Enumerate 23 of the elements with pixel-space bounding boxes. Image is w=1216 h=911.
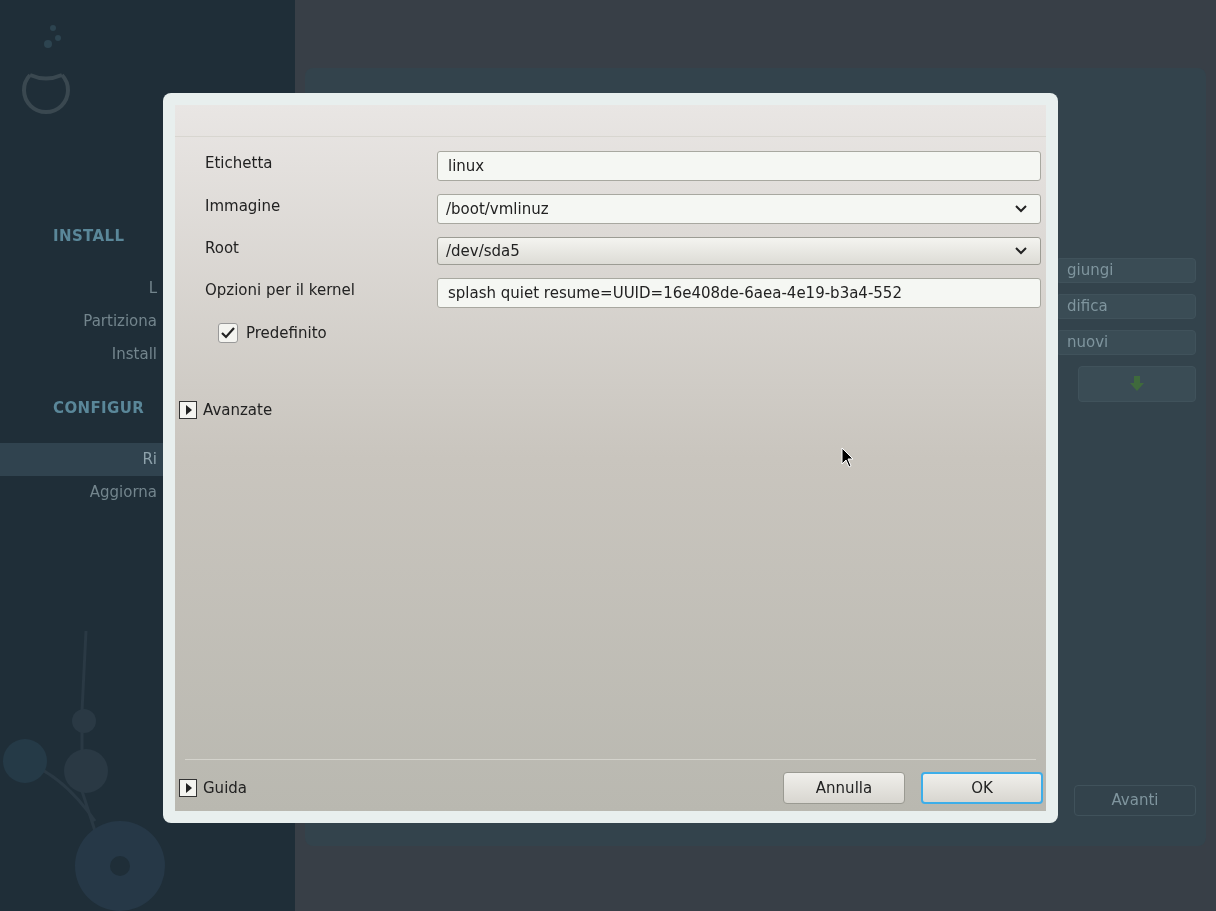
help-expander[interactable]: Guida — [179, 776, 247, 800]
field-label: Opzioni per il kernel — [205, 279, 356, 301]
chevron-down-icon — [1014, 246, 1028, 256]
text-field[interactable]: splash quiet resume=UUID=16e408de-6aea-4e19-b3a4-552 — [437, 278, 1041, 308]
arrow-down-icon — [1129, 376, 1145, 392]
dialog-button[interactable]: Annulla — [783, 772, 905, 804]
field-label: Root — [205, 237, 240, 259]
section-heading: CONFIGUR — [53, 397, 145, 419]
chevron-down-icon — [1014, 204, 1028, 214]
default-checkbox[interactable]: Predefinito — [218, 322, 1046, 345]
dialog-button[interactable]: OK — [921, 772, 1043, 804]
advanced-expander[interactable]: Avanzate — [179, 398, 273, 421]
section-heading: INSTALL — [53, 226, 125, 247]
check-icon — [221, 327, 235, 340]
checkbox[interactable] — [218, 323, 238, 344]
combo-box[interactable]: /boot/vmlinuz — [437, 194, 1041, 224]
triangle-right-icon — [179, 400, 197, 419]
mouse-cursor-icon — [841, 447, 855, 469]
field-label: Etichetta — [205, 152, 274, 174]
text-field[interactable]: linux — [437, 151, 1041, 181]
triangle-right-icon — [179, 779, 197, 797]
field-label: Immagine — [205, 195, 282, 217]
dropdown[interactable]: /dev/sda5 — [437, 237, 1041, 265]
